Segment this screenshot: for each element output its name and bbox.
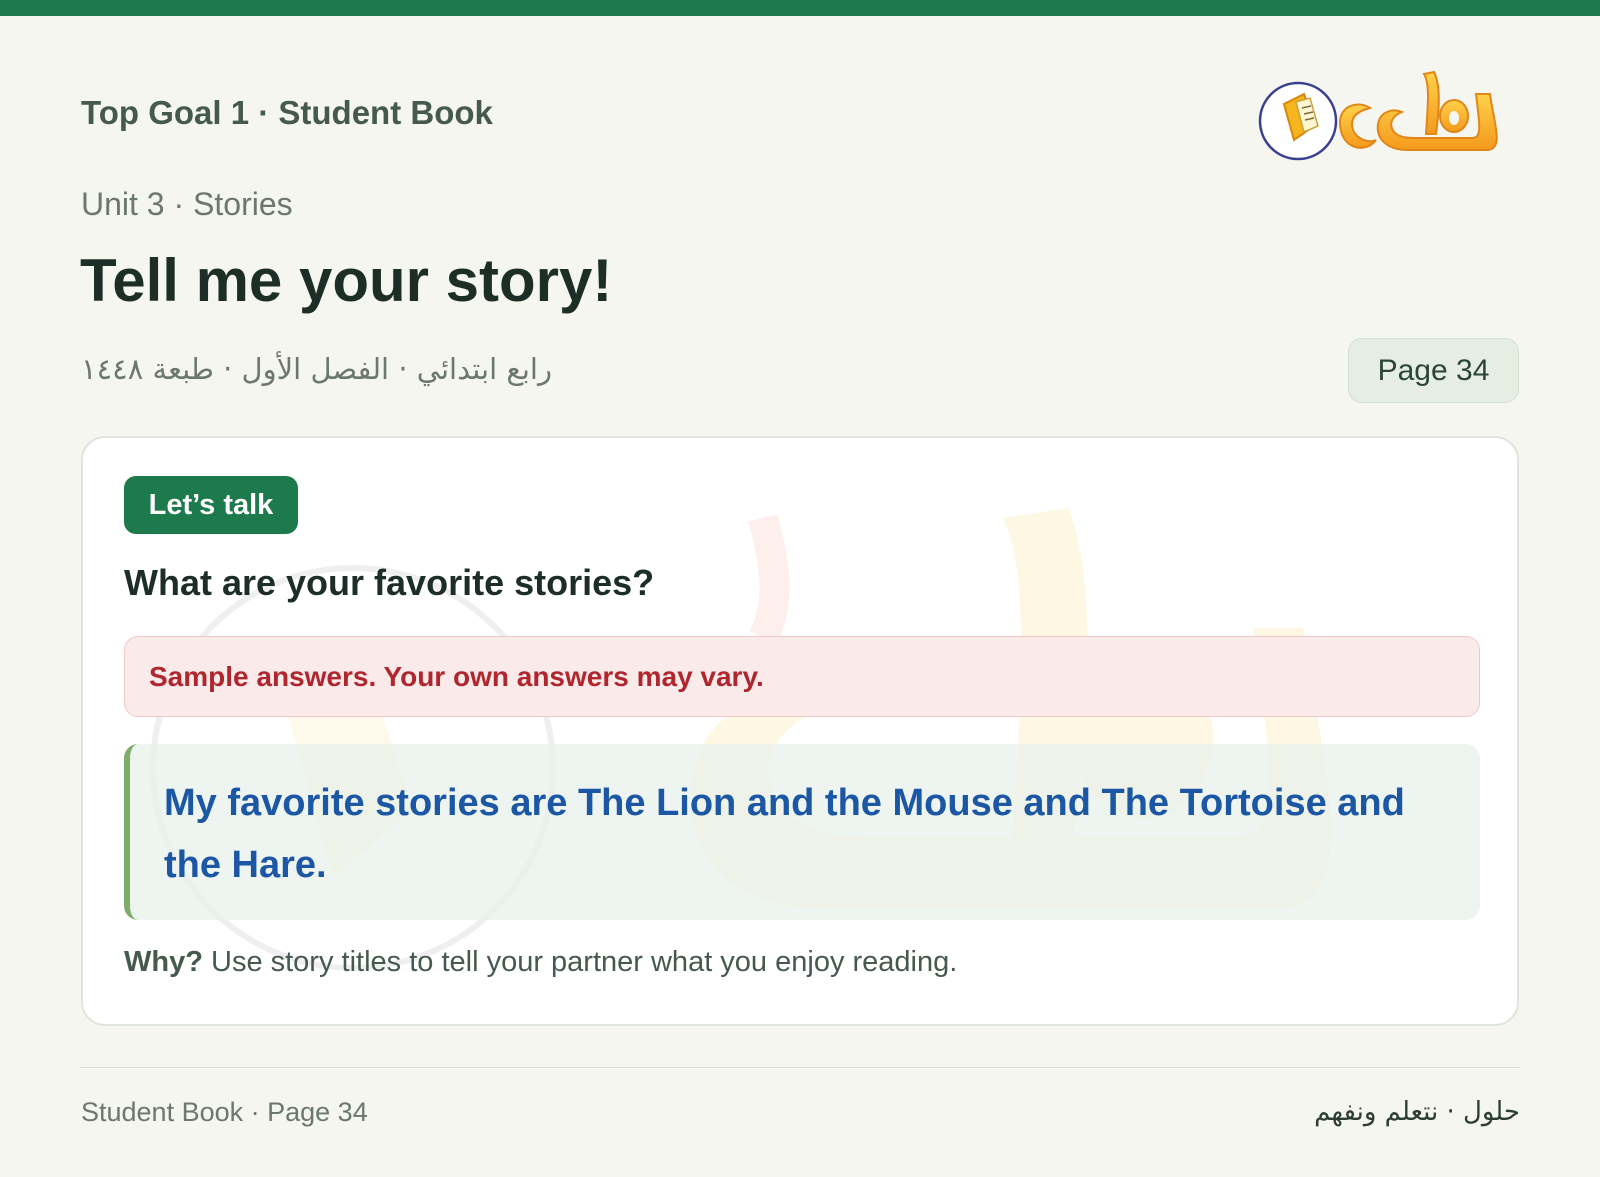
question-text: What are your favorite stories? (124, 562, 655, 603)
exercise-card: Let’s talk What are your favorite storie… (81, 436, 1519, 1026)
why-explanation: Why? Use story titles to tell your partn… (124, 946, 957, 979)
why-label: Why? (124, 946, 203, 978)
book-title: Top Goal 1 · Student Book (81, 94, 493, 131)
sample-answer-note-text: Sample answers. Your own answers may var… (149, 660, 764, 692)
arabic-grade-info: رابع ابتدائي · الفصل الأول · طبعة ١٤٤٨ (81, 352, 552, 386)
page-badge: Page 34 (1348, 338, 1519, 403)
page-title: Tell me your story! (80, 247, 613, 314)
footer-brand-tagline: حلول · نتعلم ونفهم (1314, 1097, 1520, 1127)
answer-box: My favorite stories are The Lion and the… (124, 744, 1480, 920)
why-text: Use story titles to tell your partner wh… (202, 946, 958, 978)
lets-talk-tag: Let’s talk (124, 476, 298, 534)
footer-divider (80, 1067, 1520, 1068)
footer-page-info: Student Book · Page 34 (81, 1097, 368, 1127)
hulul-logo (1258, 64, 1518, 164)
top-accent-bar (0, 0, 1600, 16)
unit-label: Unit 3 · Stories (81, 186, 293, 222)
sample-answer-note: Sample answers. Your own answers may var… (124, 636, 1480, 717)
answer-text: My favorite stories are The Lion and the… (164, 782, 1405, 886)
watermark-logo (150, 508, 1331, 971)
